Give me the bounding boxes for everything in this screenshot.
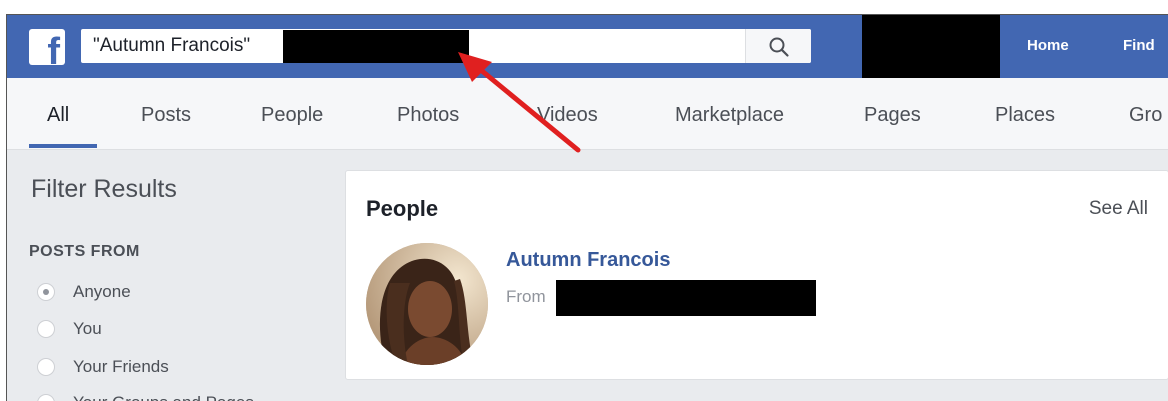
search-icon — [769, 37, 789, 57]
radio-button[interactable] — [37, 283, 55, 301]
tab-posts[interactable]: Posts — [141, 104, 191, 127]
profile-photo — [366, 243, 488, 365]
facebook-search-page: f "Autumn Francois" Home Find All Posts … — [6, 14, 1168, 401]
active-tab-indicator — [29, 144, 97, 148]
search-button[interactable] — [745, 29, 811, 63]
result-name-link[interactable]: Autumn Francois — [506, 249, 670, 272]
tab-marketplace[interactable]: Marketplace — [675, 104, 784, 127]
tab-all[interactable]: All — [47, 104, 69, 127]
tab-places[interactable]: Places — [995, 104, 1055, 127]
radio-button[interactable] — [37, 394, 55, 401]
tab-people[interactable]: People — [261, 104, 323, 127]
people-card-title: People — [366, 196, 439, 221]
tab-photos[interactable]: Photos — [397, 104, 459, 127]
filter-option-label: Anyone — [73, 282, 131, 301]
radio-button[interactable] — [37, 358, 55, 376]
search-input[interactable]: "Autumn Francois" — [81, 29, 811, 63]
nav-home-link[interactable]: Home — [1027, 37, 1069, 54]
redaction-bar — [556, 280, 816, 316]
result-from-label: From — [506, 287, 546, 306]
nav-find-friends-link[interactable]: Find — [1123, 37, 1155, 54]
filter-option-label: You — [73, 319, 102, 338]
search-filter-tabs: All Posts People Photos Videos Marketpla… — [7, 78, 1168, 150]
facebook-logo-icon[interactable]: f — [29, 29, 65, 65]
tab-groups[interactable]: Gro — [1129, 104, 1162, 127]
search-query-text: "Autumn Francois" — [93, 35, 251, 56]
tab-pages[interactable]: Pages — [864, 104, 921, 127]
top-bar: f "Autumn Francois" Home Find — [7, 15, 1168, 79]
filter-results-heading: Filter Results — [31, 175, 177, 203]
people-results-card: People See All Autumn Francois From — [345, 170, 1168, 380]
redaction-bar — [283, 30, 469, 63]
redaction-bar — [862, 15, 1000, 79]
filter-option-label: Your Groups and Pages — [73, 393, 254, 401]
see-all-link[interactable]: See All — [1089, 198, 1148, 220]
avatar[interactable] — [366, 243, 488, 365]
filter-option-label: Your Friends — [73, 357, 169, 376]
tab-videos[interactable]: Videos — [537, 104, 598, 127]
posts-from-heading: POSTS FROM — [29, 243, 140, 260]
radio-button[interactable] — [37, 320, 55, 338]
